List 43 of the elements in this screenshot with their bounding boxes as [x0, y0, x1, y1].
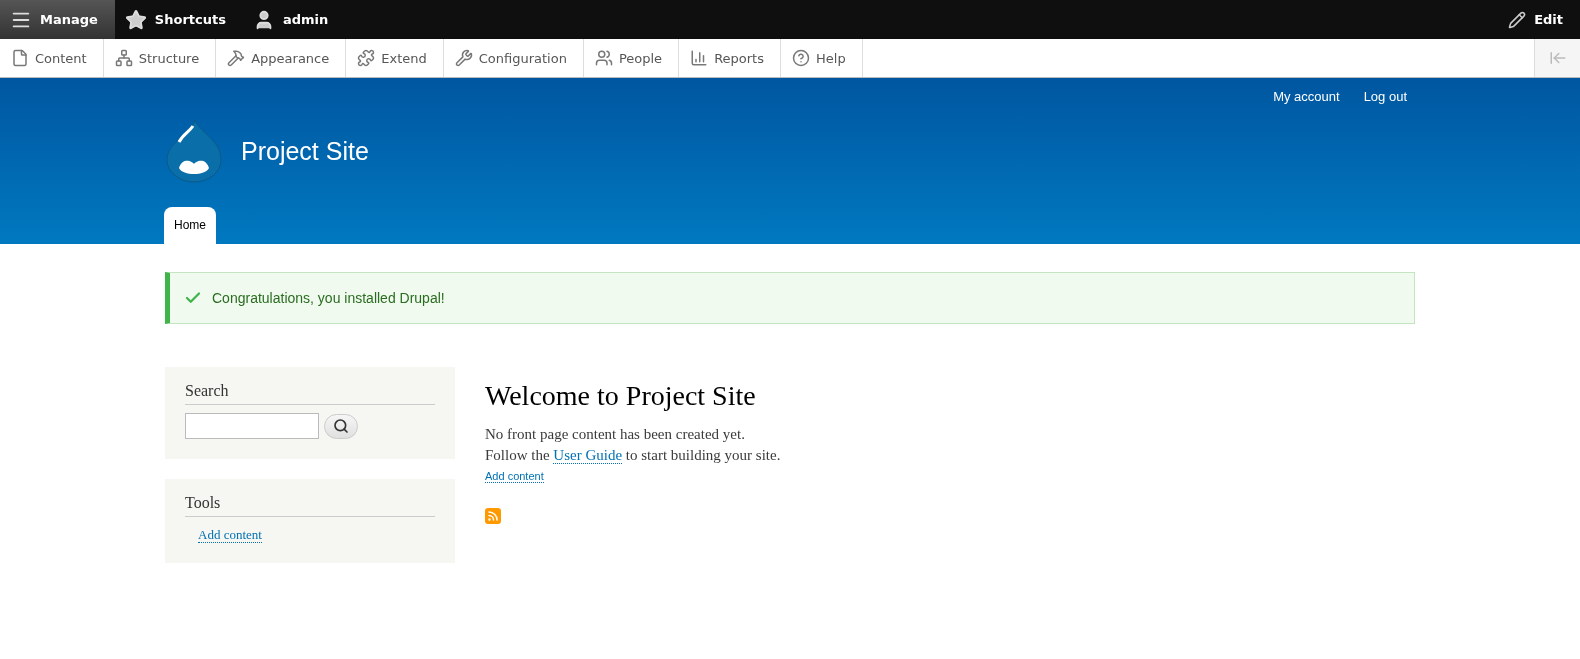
- drop-logo-icon: [165, 118, 223, 184]
- toolbar-tab[interactable]: admin: [242, 0, 346, 39]
- search-button[interactable]: [324, 413, 358, 439]
- collapse-arrow-icon: [1548, 49, 1567, 67]
- star-icon: [124, 8, 147, 31]
- reports-icon: [690, 49, 709, 67]
- toolbar-tab[interactable]: Shortcuts: [114, 0, 243, 39]
- message-text: Congratulations, you installed Drupal!: [212, 290, 445, 306]
- configuration-icon: [454, 49, 473, 67]
- rss-waves-icon: [487, 510, 499, 522]
- search-icon: [333, 418, 349, 434]
- toolbar-tab[interactable]: Manage: [0, 0, 115, 39]
- extend-icon: [357, 49, 376, 67]
- pencil-icon: [1508, 10, 1527, 29]
- admin-menu-item[interactable]: Appearance: [216, 39, 347, 77]
- search-field[interactable]: [185, 413, 319, 439]
- rss-icon[interactable]: [485, 508, 501, 524]
- intro-text: No front page content has been created yet.: [485, 425, 746, 444]
- structure-icon: [114, 49, 133, 67]
- block-title: Search: [185, 382, 435, 405]
- header-link[interactable]: Log out: [1363, 89, 1407, 104]
- help-icon: [792, 49, 810, 67]
- add-content-link[interactable]: Add content: [198, 527, 262, 543]
- block-title: Tools: [185, 494, 435, 517]
- collapse-button[interactable]: [1534, 39, 1580, 77]
- page-title: Welcome to Project Site: [485, 380, 757, 412]
- site-name[interactable]: Project Site: [241, 136, 369, 166]
- admin-menu-item[interactable]: Configuration: [443, 39, 584, 77]
- admin-menu-item[interactable]: Help: [781, 39, 863, 77]
- admin-menu-item[interactable]: Reports: [679, 39, 781, 77]
- admin-menu-item[interactable]: Extend: [346, 39, 444, 77]
- user-guide-link[interactable]: User Guide: [553, 447, 623, 464]
- people-icon: [594, 49, 613, 67]
- add-content-link[interactable]: Add content: [485, 470, 544, 483]
- edit-button[interactable]: Edit: [1498, 0, 1580, 39]
- header-link[interactable]: My account: [1273, 89, 1340, 104]
- admin-menu-item[interactable]: People: [583, 39, 680, 77]
- nav-tab[interactable]: Home: [164, 207, 216, 244]
- admin-menu-item[interactable]: Content: [0, 39, 104, 77]
- guide-text: Follow the User Guide to start building your site.: [485, 446, 782, 466]
- admin-menu-item[interactable]: Structure: [103, 39, 217, 77]
- appearance-icon: [227, 49, 246, 67]
- content-icon: [11, 49, 29, 67]
